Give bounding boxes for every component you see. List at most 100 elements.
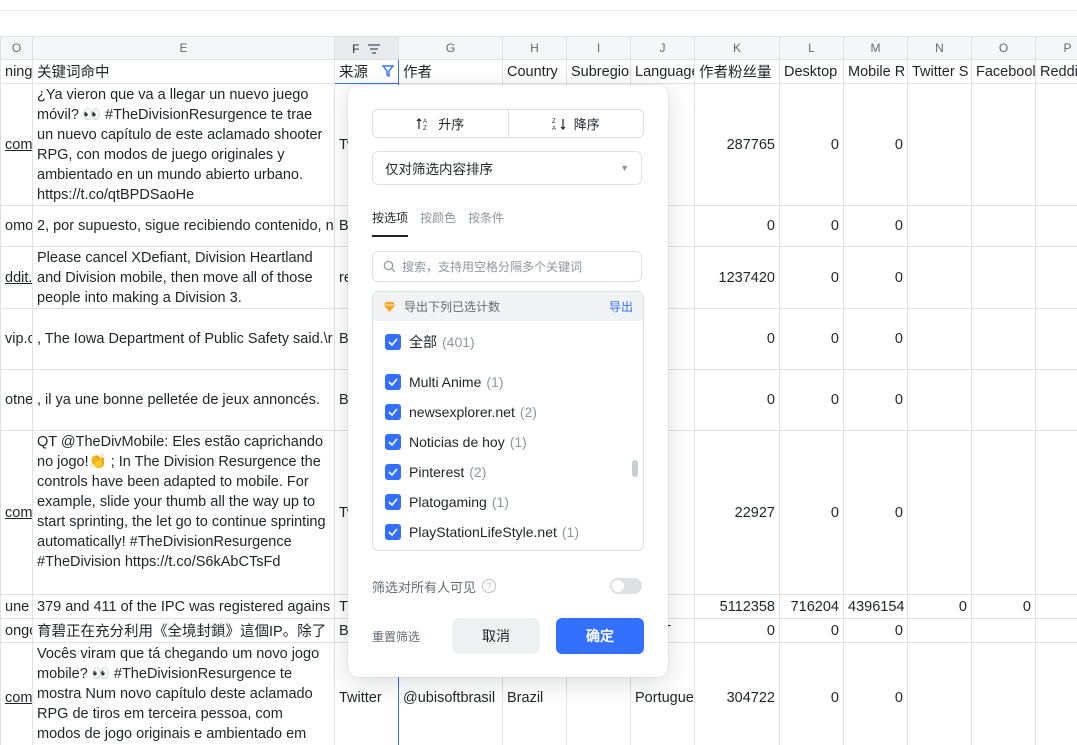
table-cell[interactable]: ddit.c (0, 246, 33, 309)
filter-option-item[interactable]: Noticias de hoy (1) (373, 427, 643, 457)
col-letter[interactable]: N (907, 36, 972, 60)
col-letter[interactable]: G (398, 36, 503, 60)
table-cell[interactable]: com/N (0, 430, 33, 595)
table-cell[interactable] (907, 308, 972, 370)
checkbox-checked-icon[interactable] (385, 334, 401, 350)
table-cell[interactable]: 287765 (694, 83, 780, 206)
table-cell[interactable] (907, 430, 972, 595)
reset-filter-button[interactable]: 重置筛选 (372, 628, 420, 645)
table-cell[interactable] (971, 205, 1036, 247)
table-cell[interactable]: otnew (0, 369, 33, 431)
select-all-item[interactable]: 全部 (401) (373, 327, 643, 357)
col-letter[interactable]: I (566, 36, 631, 60)
table-cell[interactable]: 0 (779, 642, 844, 745)
table-cell[interactable] (907, 618, 972, 643)
table-cell[interactable] (907, 246, 972, 309)
table-cell[interactable]: com/U (0, 83, 33, 206)
table-cell[interactable] (907, 642, 972, 745)
table-cell[interactable]: omos (0, 205, 33, 247)
table-cell[interactable]: 5112358 (694, 594, 780, 619)
col-letter[interactable]: M (843, 36, 908, 60)
table-cell[interactable]: 0 (694, 369, 780, 431)
table-cell[interactable]: 0 (843, 618, 908, 643)
table-cell[interactable] (907, 83, 972, 206)
table-cell[interactable]: 0 (843, 83, 908, 206)
table-cell[interactable]: 0 (779, 308, 844, 370)
table-cell[interactable] (907, 369, 972, 431)
header-cell[interactable]: Reddi (1035, 59, 1077, 84)
table-cell[interactable] (971, 618, 1036, 643)
col-letter[interactable]: H (502, 36, 567, 60)
help-icon[interactable]: ? (482, 579, 497, 593)
table-cell[interactable]: 0 (843, 246, 908, 309)
column-filter-icon[interactable] (367, 43, 381, 55)
checkbox-checked-icon[interactable] (385, 464, 401, 480)
table-cell[interactable]: 4396154 (843, 594, 908, 619)
sort-scope-select[interactable]: 仅对筛选内容排序 ▼ (372, 151, 642, 185)
table-cell[interactable]: 0 (694, 205, 780, 247)
table-cell[interactable] (971, 308, 1036, 370)
table-cell[interactable]: une N (0, 594, 33, 619)
filter-option-item[interactable]: Pinterest (2) (373, 457, 643, 487)
filter-option-item[interactable]: newsexplorer.net (2) (373, 397, 643, 427)
table-cell[interactable]: ¿Ya vieron que va a llegar un nuevo jueg… (32, 83, 335, 206)
table-cell[interactable] (971, 369, 1036, 431)
header-cell[interactable]: Mobile R (843, 59, 908, 84)
table-cell[interactable] (971, 430, 1036, 595)
table-cell[interactable] (1035, 246, 1077, 309)
col-letter[interactable]: P (1035, 36, 1077, 60)
table-cell[interactable]: 22927 (694, 430, 780, 595)
table-cell[interactable]: , il ya une bonne pelletée de jeux annon… (32, 369, 335, 431)
table-cell[interactable] (907, 205, 972, 247)
header-cell[interactable]: ning (0, 59, 33, 84)
col-letter[interactable]: O (0, 36, 33, 60)
table-cell[interactable]: 0 (843, 205, 908, 247)
col-letter-selected[interactable]: F (334, 36, 399, 60)
table-cell[interactable] (1035, 205, 1077, 247)
checkbox-checked-icon[interactable] (385, 524, 401, 540)
table-cell[interactable]: 0 (907, 594, 972, 619)
table-cell[interactable]: 304722 (694, 642, 780, 745)
table-cell[interactable] (971, 642, 1036, 745)
table-cell[interactable]: 0 (971, 594, 1036, 619)
table-cell[interactable] (1035, 642, 1077, 745)
table-cell[interactable]: 0 (779, 430, 844, 595)
table-cell[interactable]: 0 (843, 642, 908, 745)
filter-search-input[interactable]: 搜索，支持用空格分隔多个关键词 (372, 251, 642, 282)
visibility-toggle[interactable] (610, 578, 642, 594)
table-cell[interactable]: 0 (843, 430, 908, 595)
table-cell[interactable] (1035, 594, 1077, 619)
checkbox-checked-icon[interactable] (385, 404, 401, 420)
filter-option-item[interactable]: Platogaming (1) (373, 487, 643, 517)
confirm-button[interactable]: 确定 (556, 618, 644, 654)
header-cell[interactable]: 作者粉丝量 (694, 59, 780, 84)
table-cell[interactable]: 0 (779, 369, 844, 431)
tab-by-color[interactable]: 按颜色 (420, 209, 456, 237)
table-cell[interactable] (1035, 369, 1077, 431)
table-cell[interactable]: Vocês viram que tá chegando um novo jogo… (32, 642, 335, 745)
table-cell[interactable]: 2, por supuesto, sigue recibiendo conten… (32, 205, 335, 247)
table-cell[interactable] (1035, 83, 1077, 206)
table-cell[interactable]: vip.co (0, 308, 33, 370)
col-letter[interactable]: L (779, 36, 844, 60)
table-cell[interactable] (1035, 618, 1077, 643)
tab-by-condition[interactable]: 按条件 (468, 209, 504, 237)
table-cell[interactable]: 379 and 411 of the IPC was registered ag… (32, 594, 335, 619)
col-letter[interactable]: J (630, 36, 695, 60)
header-cell[interactable]: Country (502, 59, 567, 84)
sort-descending-button[interactable]: ZA 降序 (507, 110, 644, 137)
checkbox-checked-icon[interactable] (385, 374, 401, 390)
checkbox-checked-icon[interactable] (385, 494, 401, 510)
filter-option-item[interactable]: Multi Anime (1) (373, 367, 643, 397)
tab-by-option[interactable]: 按选项 (372, 209, 409, 237)
table-cell[interactable]: Please cancel XDefiant, Division Heartla… (32, 246, 335, 309)
table-cell[interactable] (971, 246, 1036, 309)
export-link[interactable]: 导出 (609, 298, 633, 315)
table-cell[interactable]: , The Iowa Department of Public Safety s… (32, 308, 335, 370)
table-cell[interactable]: 0 (779, 618, 844, 643)
table-cell[interactable]: 0 (694, 308, 780, 370)
table-cell[interactable] (971, 83, 1036, 206)
header-cell[interactable]: Subregio (566, 59, 631, 84)
header-cell[interactable]: 作者 (398, 59, 503, 84)
header-cell-source[interactable]: 来源 (334, 59, 399, 84)
